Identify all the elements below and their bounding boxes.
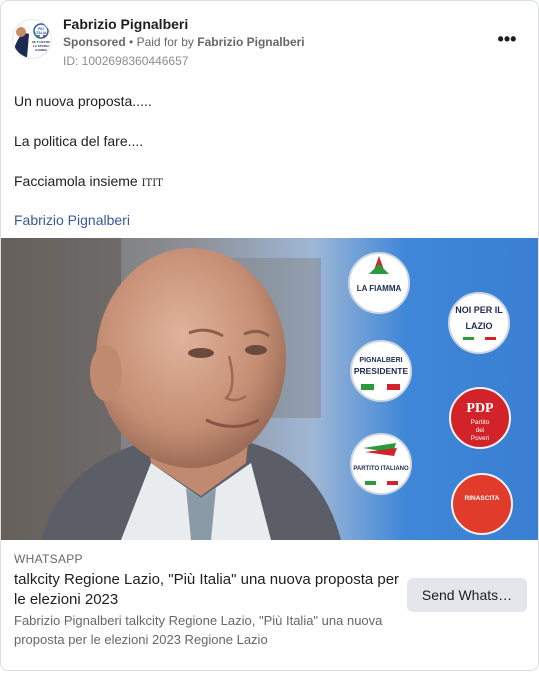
logo-pdp-text-1: PDP bbox=[466, 401, 494, 416]
paid-for-name[interactable]: Fabrizio Pignalberi bbox=[197, 35, 304, 49]
avatar-text-2: ITALIA bbox=[36, 31, 47, 35]
page-name-link[interactable]: Fabrizio Pignalberi bbox=[63, 16, 188, 32]
logo-pdp-text-2: Partito bbox=[471, 419, 490, 426]
logo-rinascita: RINASCITA bbox=[451, 473, 513, 535]
post-line-3: Facciamola insieme ITIT bbox=[14, 173, 163, 189]
paid-for-prefix: Paid for by bbox=[136, 35, 194, 49]
logo-noi-text-2: LAZIO bbox=[466, 321, 493, 331]
logo-partito-italiano: PARTITO ITALIANO bbox=[350, 433, 412, 495]
ad-image[interactable]: LA FIAMMA NOI PER IL LAZIO PIGNALBERI PR… bbox=[1, 238, 538, 540]
meta-separator: • bbox=[129, 35, 134, 49]
logo-noi-per-il-lazio: NOI PER IL LAZIO bbox=[448, 292, 510, 354]
link-domain: WHATSAPP bbox=[14, 552, 83, 566]
ad-card: PIÙ ITALIA SE TI AFFIDI LA STORIA CAMBIA… bbox=[0, 0, 539, 671]
link-headline[interactable]: talkcity Regione Lazio, "Più Italia" una… bbox=[14, 570, 404, 610]
ad-image-svg: LA FIAMMA NOI PER IL LAZIO PIGNALBERI PR… bbox=[1, 238, 538, 540]
logo-pdp-text-3: dei bbox=[476, 427, 485, 434]
logo-pignalberi-text-2: PRESIDENTE bbox=[354, 366, 409, 376]
more-options-button[interactable]: ••• bbox=[491, 29, 523, 53]
post-page-link[interactable]: Fabrizio Pignalberi bbox=[14, 212, 130, 228]
sponsored-label[interactable]: Sponsored bbox=[63, 35, 126, 49]
logo-pdp-text-4: Poveri bbox=[471, 435, 489, 442]
post-header: PIÙ ITALIA SE TI AFFIDI LA STORIA CAMBIA… bbox=[1, 1, 538, 77]
link-description: Fabrizio Pignalberi talkcity Regione Laz… bbox=[14, 613, 383, 647]
more-horizontal-icon: ••• bbox=[497, 29, 517, 49]
logo-la-fiamma: LA FIAMMA bbox=[348, 252, 410, 314]
send-whatsapp-button[interactable]: Send Whats… bbox=[407, 578, 527, 612]
ad-id: ID: 1002698360446657 bbox=[63, 54, 189, 68]
page-avatar[interactable]: PIÙ ITALIA SE TI AFFIDI LA STORIA CAMBIA bbox=[12, 19, 52, 59]
sponsored-line: Sponsored • Paid for by Fabrizio Pignalb… bbox=[63, 35, 305, 49]
logo-pignalberi-presidente: PIGNALBERI PRESIDENTE bbox=[350, 340, 412, 402]
logo-la-fiamma-text: LA FIAMMA bbox=[357, 284, 402, 293]
italy-flag-icon: ITIT bbox=[141, 178, 163, 189]
logo-pignalberi-text-1: PIGNALBERI bbox=[359, 357, 402, 364]
logo-pdp: PDP Partito dei Poveri bbox=[449, 387, 511, 449]
post-line-3-text: Facciamola insieme bbox=[14, 173, 138, 189]
post-line-1: Un nuova proposta..... bbox=[14, 93, 152, 109]
logo-partito-text: PARTITO ITALIANO bbox=[353, 466, 409, 472]
link-preview[interactable]: WHATSAPP talkcity Regione Lazio, "Più It… bbox=[1, 540, 538, 670]
avatar-text-5: CAMBIA bbox=[35, 48, 48, 52]
logo-noi-text-1: NOI PER IL bbox=[455, 305, 503, 315]
logo-rinascita-text: RINASCITA bbox=[465, 495, 500, 502]
post-line-2: La politica del fare.... bbox=[14, 133, 144, 149]
avatar-logo-icon: PIÙ ITALIA SE TI AFFIDI LA STORIA CAMBIA bbox=[13, 20, 51, 58]
